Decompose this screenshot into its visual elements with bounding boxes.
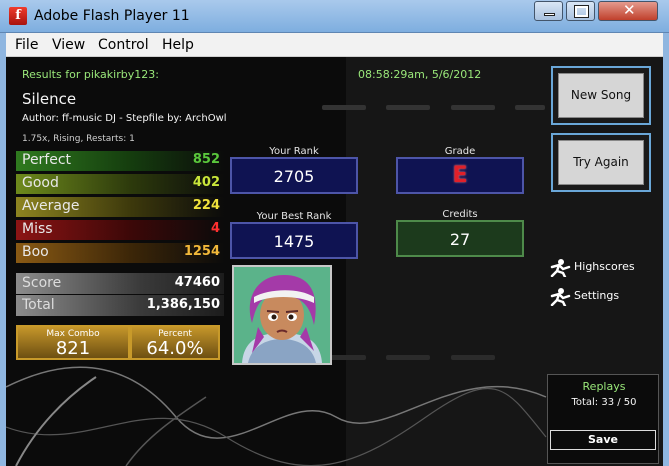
total-row: Total 1,386,150 <box>16 295 224 316</box>
menu-bar: File View Control Help <box>6 33 663 57</box>
replays-title: Replays <box>582 380 626 393</box>
credits-label: Credits <box>442 209 478 220</box>
results-header: Results for pikakirby123: <box>22 68 159 81</box>
max-combo-value: 821 <box>55 338 91 359</box>
max-combo-box: Max Combo 821 <box>16 325 130 360</box>
highscores-label: Highscores <box>574 260 635 273</box>
menu-file[interactable]: File <box>15 37 38 53</box>
judgement-average: Average 224 <box>16 197 224 217</box>
judgement-label: Average <box>22 198 80 214</box>
results-timestamp: 08:58:29am, 5/6/2012 <box>358 68 482 81</box>
judgement-value: 402 <box>192 175 220 190</box>
window-title: Adobe Flash Player 11 <box>34 8 190 24</box>
running-figure-icon <box>550 288 571 306</box>
judgement-value: 4 <box>210 221 220 236</box>
title-bar: f Adobe Flash Player 11 ✕ <box>0 0 669 33</box>
try-again-label: Try Again <box>573 155 629 169</box>
credits-value: 27 <box>449 230 471 249</box>
score-label: Score <box>22 275 62 291</box>
judgement-value: 1254 <box>183 244 220 259</box>
best-rank-value: 1475 <box>273 232 315 251</box>
song-title: Silence <box>22 90 77 108</box>
judgement-perfect: Perfect 852 <box>16 151 224 171</box>
avatar-image <box>234 267 330 363</box>
credits-box: 27 <box>396 220 524 257</box>
highscores-link[interactable]: Highscores <box>547 257 652 279</box>
flash-stage[interactable]: Results for pikakirby123: 08:58:29am, 5/… <box>6 57 663 466</box>
try-again-button-face: Try Again <box>558 140 644 185</box>
judgement-label: Miss <box>22 221 53 237</box>
your-rank-value: 2705 <box>273 167 315 186</box>
new-song-label: New Song <box>570 88 632 102</box>
replays-total: Total: 33 / 50 <box>571 397 637 408</box>
best-rank-box: 1475 <box>230 222 358 259</box>
percent-value: 64.0% <box>146 338 204 359</box>
menu-control[interactable]: Control <box>98 37 149 53</box>
replays-panel: Replays Total: 33 / 50 <box>547 374 659 464</box>
minimize-button[interactable] <box>534 1 563 21</box>
maximize-icon <box>574 5 589 18</box>
judgement-miss: Miss 4 <box>16 220 224 240</box>
total-label: Total <box>22 297 55 313</box>
grade-value: E <box>452 163 468 188</box>
close-icon: ✕ <box>623 1 636 19</box>
judgement-value: 852 <box>192 152 220 167</box>
mods-line: 1.75x, Rising, Restarts: 1 <box>22 134 135 144</box>
percent-box: Percent 64.0% <box>130 325 220 360</box>
window-frame-right <box>663 33 669 466</box>
judgement-good: Good 402 <box>16 174 224 194</box>
grade-box: E <box>396 157 524 194</box>
running-figure-icon <box>550 259 571 277</box>
your-rank-box: 2705 <box>230 157 358 194</box>
score-row: Score 47460 <box>16 273 224 294</box>
settings-label: Settings <box>574 289 620 302</box>
menu-view[interactable]: View <box>52 37 85 53</box>
grade-label: Grade <box>444 146 476 157</box>
new-song-button-face: New Song <box>558 73 644 118</box>
try-again-button[interactable]: Try Again <box>551 133 651 192</box>
player-avatar <box>232 265 332 365</box>
new-song-button[interactable]: New Song <box>551 66 651 125</box>
flash-app-icon: f <box>9 7 27 25</box>
judgement-boo: Boo 1254 <box>16 243 224 263</box>
judgement-value: 224 <box>192 198 220 213</box>
judgement-label: Perfect <box>22 152 72 168</box>
close-button[interactable]: ✕ <box>598 1 658 21</box>
save-replay-button[interactable]: Save <box>550 430 656 450</box>
best-rank-label: Your Best Rank <box>256 211 332 222</box>
author-line: Author: ff-music DJ - Stepfile by: ArchO… <box>22 113 227 124</box>
score-value: 47460 <box>174 275 220 290</box>
judgement-label: Good <box>22 175 59 191</box>
maximize-button[interactable] <box>566 1 595 21</box>
menu-help[interactable]: Help <box>162 37 194 53</box>
judgement-label: Boo <box>22 244 49 260</box>
minimize-icon <box>544 13 555 16</box>
your-rank-label: Your Rank <box>269 146 319 157</box>
total-value: 1,386,150 <box>146 297 220 312</box>
settings-link[interactable]: Settings <box>547 286 652 308</box>
